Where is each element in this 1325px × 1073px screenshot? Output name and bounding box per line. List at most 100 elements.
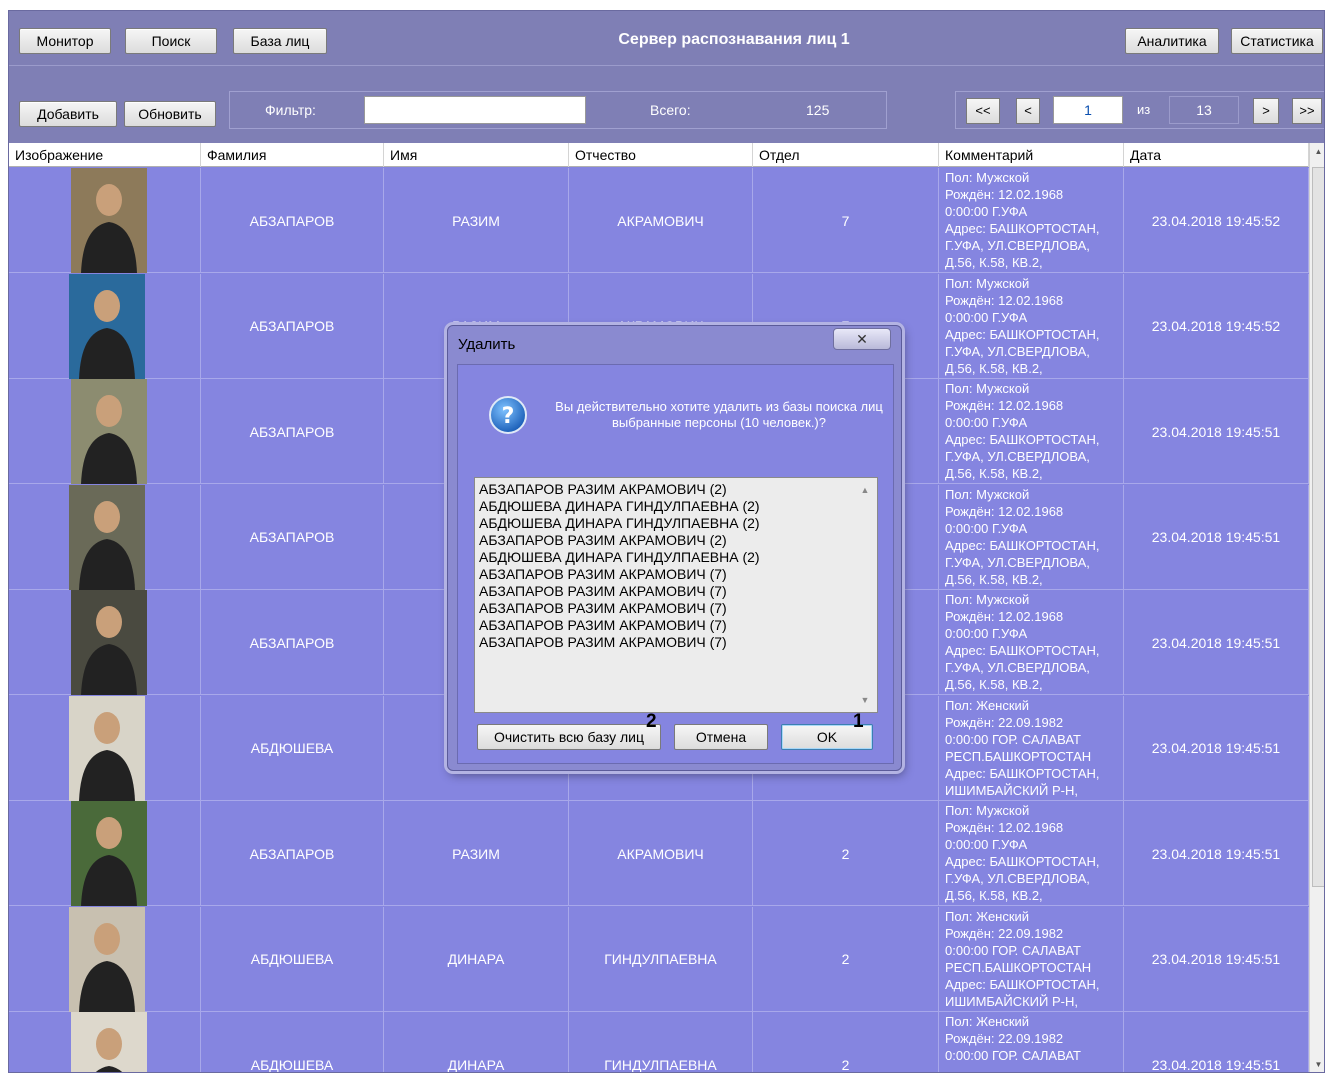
image-cell[interactable] (9, 273, 201, 379)
person-photo (71, 168, 147, 273)
list-item[interactable]: АБЗАПАРОВ РАЗИМ АКРАМОВИЧ (7) (479, 583, 760, 600)
date-cell: 23.04.2018 19:45:51 (1124, 379, 1309, 484)
pagination: << < 1 из 13 > >> (955, 91, 1324, 129)
col-surname-header[interactable]: Фамилия (201, 143, 384, 167)
selected-persons-list[interactable]: АБЗАПАРОВ РАЗИМ АКРАМОВИЧ (2) АБДЮШЕВА ДИ… (474, 477, 878, 713)
col-date-header[interactable]: Дата (1124, 143, 1309, 167)
svg-text:?: ? (502, 404, 515, 429)
col-name-header[interactable]: Имя (384, 143, 569, 167)
surname-cell: АБЗАПАРОВ (201, 168, 384, 273)
list-item[interactable]: АБЗАПАРОВ РАЗИМ АКРАМОВИЧ (2) (479, 481, 760, 498)
list-items: АБЗАПАРОВ РАЗИМ АКРАМОВИЧ (2) АБДЮШЕВА ДИ… (479, 481, 760, 651)
col-patronymic-header[interactable]: Отчество (569, 143, 753, 167)
patronymic-cell: АКРАМОВИЧ (569, 168, 753, 273)
surname-cell: АБЗАПАРОВ (201, 484, 384, 590)
dept-cell: 2 (753, 906, 939, 1012)
list-item[interactable]: АБЗАПАРОВ РАЗИМ АКРАМОВИЧ (2) (479, 532, 760, 549)
image-cell[interactable] (9, 484, 201, 590)
image-cell[interactable] (9, 590, 201, 695)
table-row[interactable]: АБЗАПАРОВ РАЗИМ АКРАМОВИЧ 2 Пол: Мужской Рож… (9, 801, 1309, 906)
list-item[interactable]: АБДЮШЕВА ДИНАРА ГИНДУЛПАЕВНА (2) (479, 549, 760, 566)
total-count: 125 (806, 102, 830, 118)
cancel-button[interactable]: Отмена (674, 724, 768, 750)
person-photo (71, 590, 147, 695)
table-row[interactable]: АБЗАПАРОВРАЗИМАКРАМОВИЧ7Пол: Мужской Рож… (9, 168, 1309, 273)
list-item[interactable]: АБЗАПАРОВ РАЗИМ АКРАМОВИЧ (7) (479, 617, 760, 634)
surname-cell: АБЗАПАРОВ (201, 273, 384, 379)
filter-input[interactable] (364, 96, 586, 124)
person-photo (69, 695, 145, 801)
current-page-input[interactable]: 1 (1053, 96, 1123, 124)
comment-cell: Пол: Женский Рождён: 22.09.1982 0:00:00 … (939, 906, 1124, 1012)
patronymic-cell: ГИНДУЛПАЕВНА (569, 1012, 753, 1072)
analytics-button[interactable]: Аналитика (1125, 28, 1219, 54)
table-row[interactable]: АБДЮШЕВА ДИНАРА ГИНДУЛПАЕВНА 2 Пол: Женский … (9, 906, 1309, 1012)
scroll-down-arrow-icon[interactable]: ▼ (1310, 1056, 1324, 1072)
monitor-button[interactable]: Монитор (19, 28, 111, 54)
date-cell: 23.04.2018 19:45:51 (1124, 906, 1309, 1012)
list-item[interactable]: АБЗАПАРОВ РАЗИМ АКРАМОВИЧ (7) (479, 600, 760, 617)
comment-cell: Пол: Мужской Рождён: 12.02.1968 0:00:00 … (939, 801, 1124, 906)
surname-cell: АБЗАПАРОВ (201, 379, 384, 484)
comment-cell: Пол: Мужской Рождён: 12.02.1968 0:00:00 … (939, 484, 1124, 590)
surname-cell: АБДЮШЕВА (201, 906, 384, 1012)
dept-cell: 2 (753, 801, 939, 906)
comment-cell: Пол: Мужской Рождён: 12.02.1968 0:00:00 … (939, 168, 1124, 273)
last-page-button[interactable]: >> (1292, 98, 1322, 124)
image-cell[interactable] (9, 1012, 201, 1072)
col-image-header[interactable]: Изображение (9, 143, 201, 167)
refresh-button[interactable]: Обновить (124, 101, 216, 127)
table-row[interactable]: АБДЮШЕВА ДИНАРА ГИНДУЛПАЕВНА 2 Пол: Женский … (9, 1012, 1309, 1072)
list-scrollbar[interactable]: ▲ ▼ (853, 478, 877, 712)
dialog-title: Удалить (458, 336, 516, 353)
name-cell: ДИНАРА (384, 1012, 569, 1072)
image-cell[interactable] (9, 695, 201, 801)
dialog-message: Вы действительно хотите удалить из базы … (555, 399, 883, 430)
surname-cell: АБЗАПАРОВ (201, 801, 384, 906)
list-scroll-up-icon[interactable]: ▲ (853, 480, 877, 500)
prev-page-button[interactable]: < (1016, 98, 1040, 124)
scroll-up-arrow-icon[interactable]: ▲ (1310, 143, 1324, 161)
server-title: Сервер распознавания лиц 1 (618, 31, 850, 48)
add-button[interactable]: Добавить (19, 101, 117, 127)
next-page-button[interactable]: > (1253, 98, 1279, 124)
first-page-button[interactable]: << (966, 98, 1000, 124)
scroll-thumb[interactable] (1312, 167, 1324, 887)
col-dept-header[interactable]: Отдел (753, 143, 939, 167)
person-photo (69, 273, 145, 379)
name-cell: РАЗИМ (384, 801, 569, 906)
toolbar-divider (9, 65, 1324, 66)
image-cell[interactable] (9, 168, 201, 273)
face-db-button[interactable]: База лиц (233, 28, 327, 54)
dept-cell: 2 (753, 1012, 939, 1072)
date-cell: 23.04.2018 19:45:51 (1124, 801, 1309, 906)
filter-panel: Фильтр: Всего: 125 (229, 91, 887, 129)
date-cell: 23.04.2018 19:45:51 (1124, 484, 1309, 590)
name-cell: РАЗИМ (384, 168, 569, 273)
person-photo (69, 484, 145, 590)
image-cell[interactable] (9, 801, 201, 906)
image-cell[interactable] (9, 906, 201, 1012)
surname-cell: АБДЮШЕВА (201, 695, 384, 801)
image-cell[interactable] (9, 379, 201, 484)
list-item[interactable]: АБДЮШЕВА ДИНАРА ГИНДУЛПАЕВНА (2) (479, 498, 760, 515)
close-icon[interactable]: ✕ (833, 328, 891, 350)
table-scrollbar[interactable]: ▲ ▼ (1309, 143, 1324, 1072)
statistics-button[interactable]: Статистика (1231, 28, 1323, 54)
surname-cell: АБДЮШЕВА (201, 1012, 384, 1072)
patronymic-cell: АКРАМОВИЧ (569, 801, 753, 906)
list-item[interactable]: АБЗАПАРОВ РАЗИМ АКРАМОВИЧ (7) (479, 566, 760, 583)
filter-label: Фильтр: (265, 102, 316, 118)
dept-cell: 7 (753, 168, 939, 273)
list-scroll-down-icon[interactable]: ▼ (853, 690, 877, 710)
total-label: Всего: (650, 102, 691, 118)
col-comment-header[interactable]: Комментарий (939, 143, 1124, 167)
of-label: из (1137, 102, 1151, 117)
search-button[interactable]: Поиск (125, 28, 217, 54)
person-photo (71, 801, 147, 906)
clear-all-db-button[interactable]: Очистить всю базу лиц (477, 724, 661, 750)
date-cell: 23.04.2018 19:45:52 (1124, 273, 1309, 379)
person-photo (71, 379, 147, 484)
list-item[interactable]: АБЗАПАРОВ РАЗИМ АКРАМОВИЧ (7) (479, 634, 760, 651)
list-item[interactable]: АБДЮШЕВА ДИНАРА ГИНДУЛПАЕВНА (2) (479, 515, 760, 532)
